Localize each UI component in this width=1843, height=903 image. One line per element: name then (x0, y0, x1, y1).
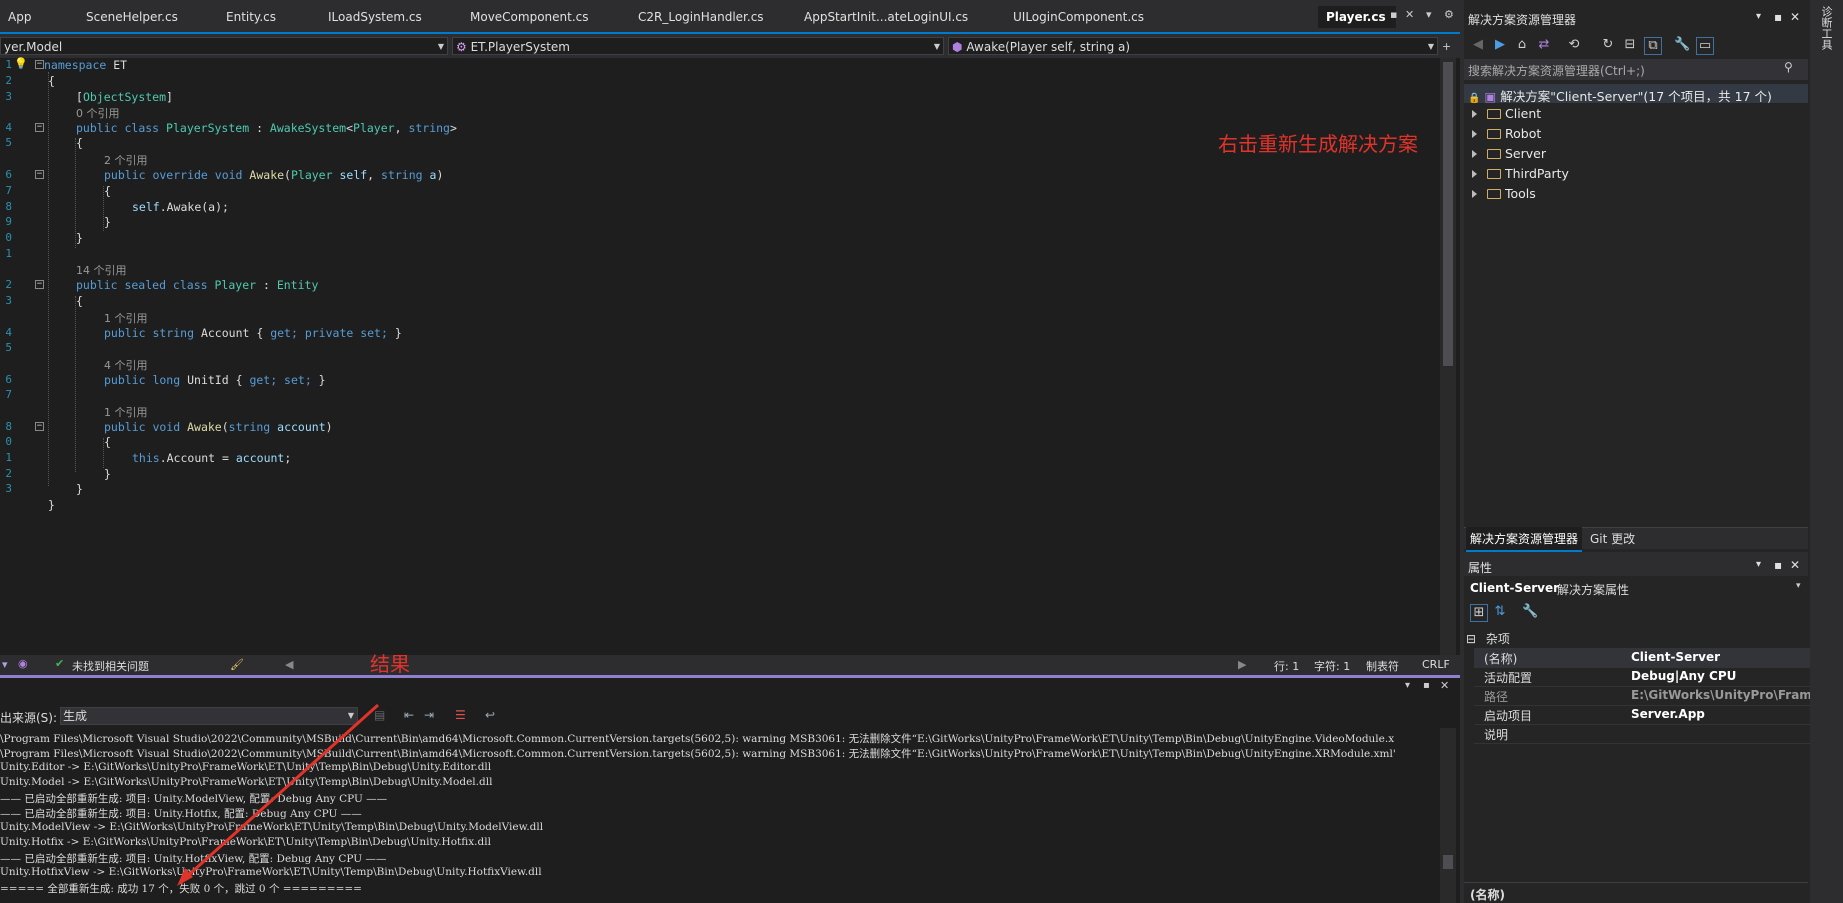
expand-icon[interactable] (1472, 130, 1477, 138)
property-row[interactable]: 说明 (1474, 724, 1829, 744)
property-row[interactable]: 路径 E:\GitWorks\UnityPro\Frame (1474, 686, 1829, 706)
expand-icon[interactable] (1472, 170, 1477, 178)
refresh-icon[interactable]: ↻ (1600, 37, 1616, 53)
folder-label: ThirdParty (1505, 166, 1569, 181)
property-pages-icon[interactable]: 🔧 (1522, 604, 1538, 620)
property-value: Client-Server (1631, 650, 1721, 664)
tree-folder-client[interactable]: Client (1472, 106, 1541, 121)
close-icon[interactable]: ✕ (1790, 10, 1800, 24)
property-value: Server.App (1631, 707, 1705, 721)
property-row[interactable]: 活动配置 Debug|Any CPU (1474, 667, 1829, 687)
expand-icon[interactable] (1472, 190, 1477, 198)
categorized-icon[interactable]: ⊞ (1470, 604, 1488, 622)
diagnostic-tools-tab[interactable]: 诊断工具 (1820, 6, 1834, 50)
expand-icon[interactable] (1472, 150, 1477, 158)
tree-folder-thirdparty[interactable]: ThirdParty (1472, 166, 1569, 181)
side-tab-strip: 诊断工具 (1810, 0, 1843, 903)
solution-icon: ▣ (1484, 89, 1497, 104)
pin-icon[interactable]: ▪ (1774, 10, 1782, 24)
home-icon[interactable]: ⌂ (1514, 37, 1530, 53)
search-placeholder: 搜索解决方案资源管理器(Ctrl+;) (1468, 64, 1645, 78)
properties-object-selector[interactable]: Client-Server 解决方案属性 ▾ (1464, 578, 1808, 600)
folder-icon (1487, 129, 1501, 139)
property-row[interactable]: 启动项目 Server.App (1474, 705, 1829, 725)
alphabetical-icon[interactable]: ⇅ (1492, 604, 1508, 620)
description-title: (名称) (1470, 888, 1505, 902)
folder-icon (1487, 169, 1501, 179)
switch-views-icon[interactable]: ⇄ (1536, 37, 1552, 53)
pending-changes-icon[interactable]: ⟲ (1566, 37, 1582, 53)
expand-icon[interactable] (1472, 110, 1477, 118)
properties-title: 属性 (1468, 561, 1493, 575)
folder-label: Client (1505, 106, 1542, 121)
chevron-down-icon: ▾ (1796, 581, 1801, 591)
solution-explorer-title: 解决方案资源管理器 (1468, 13, 1577, 27)
pin-icon[interactable]: ▪ (1774, 558, 1782, 572)
property-key: 启动项目 (1484, 709, 1533, 723)
folder-label: Robot (1505, 126, 1542, 141)
property-key: 活动配置 (1484, 671, 1533, 685)
folder-label: Server (1505, 146, 1546, 161)
collapse-icon[interactable]: ⊟ (1466, 632, 1476, 646)
tree-folder-server[interactable]: Server (1472, 146, 1546, 161)
object-name: Client-Server (1470, 581, 1560, 595)
folder-label: Tools (1505, 186, 1536, 201)
forward-icon[interactable]: ▶ (1492, 37, 1508, 53)
arrow-to-result (177, 703, 380, 886)
collapse-all-icon[interactable]: ⊟ (1622, 37, 1638, 53)
back-icon[interactable]: ◀ (1470, 37, 1486, 53)
property-key: 说明 (1484, 728, 1509, 742)
object-type: 解决方案属性 (1557, 583, 1630, 597)
category-label: 杂项 (1485, 632, 1510, 646)
folder-icon (1487, 189, 1501, 199)
tab-solution-explorer[interactable]: 解决方案资源管理器 (1466, 527, 1583, 552)
property-value: Debug|Any CPU (1631, 669, 1737, 683)
property-key: (名称) (1484, 652, 1518, 666)
folder-icon (1487, 109, 1501, 119)
preview-icon[interactable]: ▭ (1696, 37, 1714, 55)
search-icon[interactable]: ⚲ (1784, 60, 1793, 74)
property-key: 路径 (1484, 690, 1509, 704)
pane-dropdown-icon[interactable]: ▾ (1756, 559, 1761, 570)
pane-dropdown-icon[interactable]: ▾ (1756, 11, 1761, 22)
property-row[interactable]: (名称) Client-Server (1474, 648, 1829, 668)
category-row[interactable]: ⊟ 杂项 (1466, 630, 1510, 647)
property-description: (名称) (1464, 882, 1808, 903)
lock-icon: 🔒 (1468, 93, 1481, 104)
tab-git-changes[interactable]: Git 更改 (1586, 527, 1639, 550)
tree-folder-tools[interactable]: Tools (1472, 186, 1536, 201)
property-value: E:\GitWorks\UnityPro\Frame (1631, 688, 1820, 702)
folder-icon (1487, 149, 1501, 159)
solution-label: 解决方案"Client-Server"(17 个项目，共 17 个) (1500, 89, 1772, 104)
properties-wrench-icon[interactable]: 🔧 (1674, 37, 1690, 53)
show-all-files-icon[interactable]: ⧉ (1644, 37, 1662, 55)
solution-search-input[interactable]: 搜索解决方案资源管理器(Ctrl+;) ⚲ (1464, 59, 1808, 80)
solution-node[interactable]: 🔒 ▣ 解决方案"Client-Server"(17 个项目，共 17 个) (1468, 86, 1772, 105)
close-icon[interactable]: ✕ (1790, 558, 1800, 572)
tree-folder-robot[interactable]: Robot (1472, 126, 1541, 141)
